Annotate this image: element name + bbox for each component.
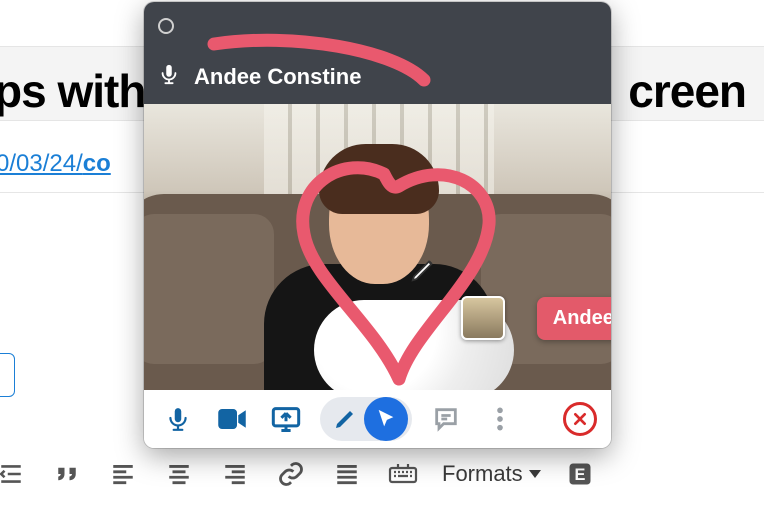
image-icon[interactable] [330,457,364,491]
microphone-icon [158,61,180,93]
end-call-button[interactable] [563,402,597,436]
pencil-cursor-icon [409,254,439,284]
url-prefix: 0/03/24/ [0,150,83,177]
link-icon[interactable] [274,457,308,491]
page-title-fragment-right: creen [628,64,746,118]
chevron-down-icon [529,470,541,478]
screen-share-button[interactable] [266,399,306,439]
align-left-icon[interactable] [106,457,140,491]
mic-button[interactable] [158,399,198,439]
more-button[interactable] [480,399,520,439]
editor-button-fragment[interactable]: it [0,353,15,397]
keyboard-icon[interactable] [386,457,420,491]
call-speaker-row: Andee Constine [144,50,611,104]
speaker-name: Andee Constine [194,64,361,90]
call-window: Andee Constine Andee Constine [144,2,611,448]
call-titlebar[interactable] [144,2,611,50]
presence-indicator-icon [158,18,174,34]
thread-button[interactable] [426,399,466,439]
embed-icon[interactable]: E [563,457,597,491]
url-bold: co [83,150,111,177]
call-controls [144,390,611,448]
pencil-button[interactable] [330,407,360,431]
participant-name-tag: Andee Constine [537,297,611,340]
formats-label: Formats [442,461,523,487]
formats-dropdown[interactable]: Formats [442,461,541,487]
video-feed[interactable]: Andee Constine [144,104,611,390]
article-url-fragment[interactable]: 0/03/24/co [0,150,111,178]
blockquote-icon[interactable] [50,457,84,491]
outdent-icon[interactable] [0,457,28,491]
svg-text:E: E [574,466,585,484]
editor-toolbar: Formats E [0,444,597,504]
page-title-fragment-left: ps with [0,64,145,118]
align-center-icon[interactable] [162,457,196,491]
video-button[interactable] [212,399,252,439]
align-right-icon[interactable] [218,457,252,491]
annotation-tool-group [320,397,412,441]
cursor-button[interactable] [364,397,408,441]
participant-avatar[interactable] [461,296,505,340]
